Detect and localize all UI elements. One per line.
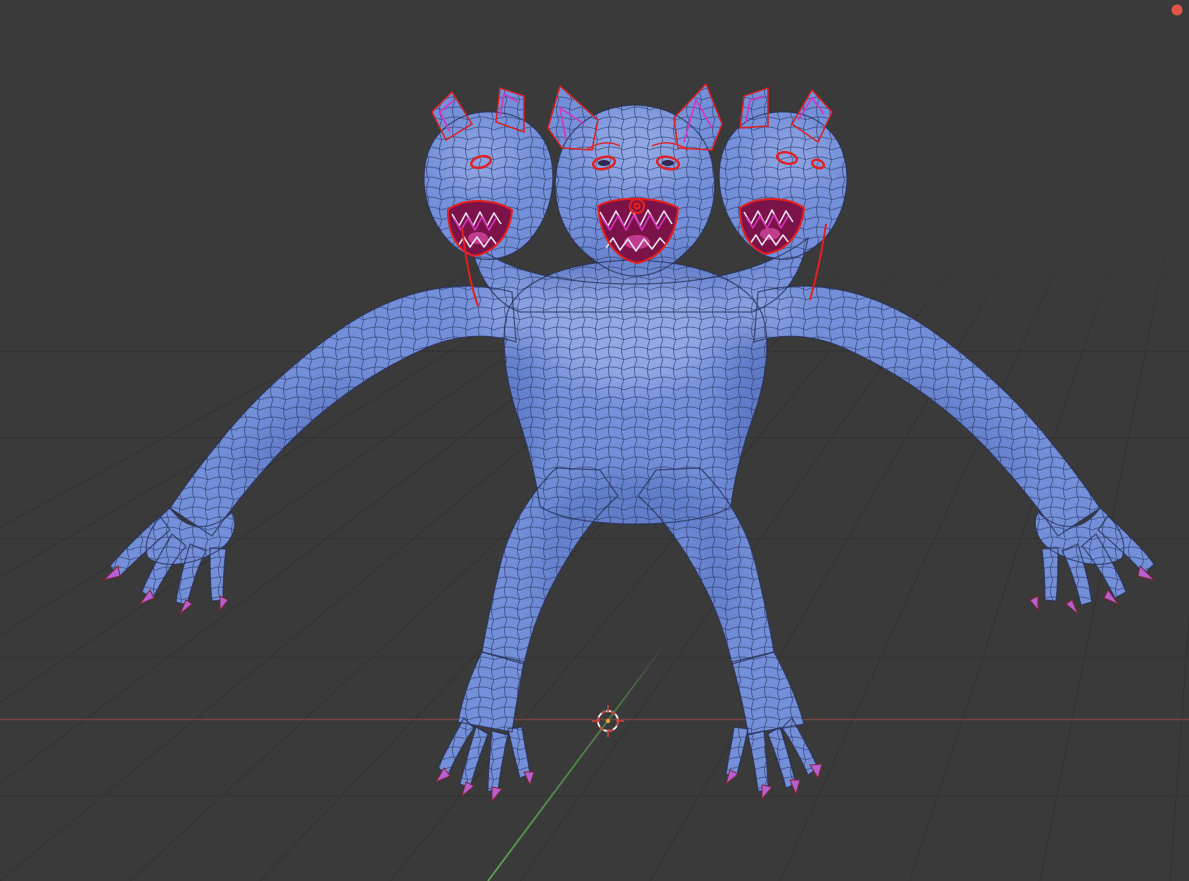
viewport-3d[interactable] [0,0,1189,881]
viewport-canvas[interactable] [0,0,1189,881]
record-indicator-icon [1171,4,1183,16]
